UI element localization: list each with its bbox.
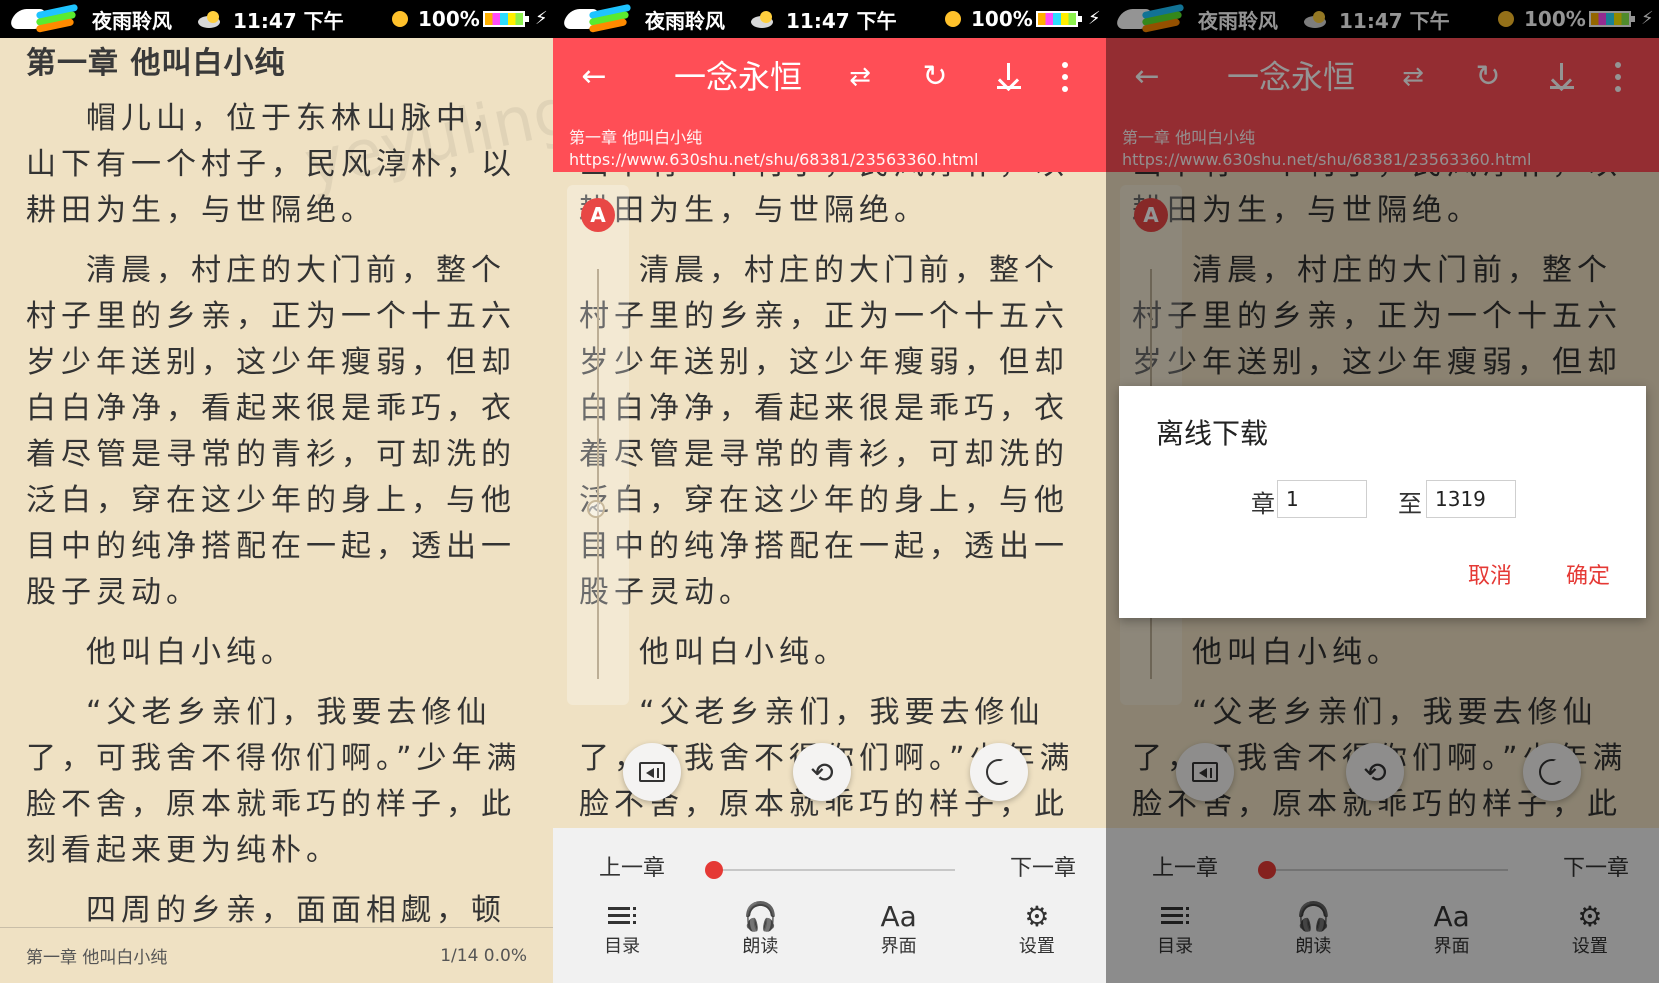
bottom-control-panel: 上一章 下一章 目录 🎧 朗读 Aa 界面 ⚙ 设置: [553, 828, 1106, 983]
brightness-icon: [945, 11, 961, 27]
auto-scroll-badge[interactable]: A: [581, 198, 615, 232]
more-icon: [1062, 62, 1068, 92]
battery-percentage: 100%: [971, 7, 1033, 31]
menu-screen: 夜雨聆风 11:47 下午 100% ⚡ 第一章 他叫白小纯 帽儿山，位于东林山…: [553, 0, 1106, 983]
more-button[interactable]: [1053, 54, 1077, 100]
tab-catalog-label: 目录: [604, 936, 641, 957]
shuffle-icon: ⇄: [849, 62, 871, 92]
tab-read-aloud[interactable]: 🎧 朗读: [691, 900, 829, 970]
tab-settings[interactable]: ⚙ 设置: [968, 900, 1106, 970]
download-button[interactable]: [988, 54, 1030, 100]
tab-settings-label: 设置: [1018, 936, 1055, 957]
side-progress-rail[interactable]: [567, 185, 629, 705]
chapter-progress-thumb[interactable]: [705, 861, 724, 879]
page-turn-button[interactable]: [623, 743, 681, 801]
top-toolbar-row: ← 一念永恒 ⇄ ↻: [553, 54, 1106, 104]
charging-icon: ⚡: [1088, 8, 1101, 29]
reader-screen: 夜雨聆风 11:47 下午 100% ⚡ 第一章 他叫白小纯 帽儿山，位于东林山…: [0, 0, 553, 983]
app-name: 夜雨聆风: [92, 8, 172, 33]
from-chapter-input[interactable]: [1277, 480, 1367, 518]
paragraph-1: 帽儿山，位于东林山脉中，山下有一个村子，民风淳朴，以耕田为生，与世隔绝。: [26, 101, 516, 228]
paragraph-3: 他叫白小纯。: [639, 635, 849, 670]
battery-percentage: 100%: [418, 7, 480, 31]
app-name: 夜雨聆风: [645, 8, 725, 33]
paragraph-4: “父老乡亲们，我要去修仙了，可我舍不得你们啊。”少年满脸不舍，原本就乖巧的样子，…: [26, 695, 522, 868]
footer-progress: 1/14 0.0%: [440, 945, 527, 966]
status-bar: 夜雨聆风 11:47 下午 100% ⚡: [553, 0, 1106, 38]
paragraph-3: 他叫白小纯。: [86, 635, 296, 670]
footer-chapter: 第一章 他叫白小纯: [26, 948, 168, 968]
tab-catalog[interactable]: 目录: [553, 900, 691, 970]
reader-footer: 第一章 他叫白小纯 1/14 0.0%: [0, 927, 553, 983]
tab-catalog-icon-wrap: [553, 900, 691, 934]
status-time: 11:47 下午: [786, 8, 897, 33]
screens-container: 夜雨聆风 11:47 下午 100% ⚡ 第一章 他叫白小纯 帽儿山，位于东林山…: [0, 0, 1659, 983]
rail-thumb[interactable]: [587, 500, 605, 518]
search-refresh-button[interactable]: ⟲: [793, 743, 851, 801]
gear-icon: ⚙: [1024, 900, 1050, 933]
brightness-icon: [392, 11, 408, 27]
status-time: 11:47 下午: [233, 8, 344, 33]
moon-icon: [986, 759, 1018, 785]
app-logo-icon: [8, 3, 82, 34]
bottom-tabs: 目录 🎧 朗读 Aa 界面 ⚙ 设置: [553, 900, 1106, 970]
weather-icon: [197, 10, 223, 28]
list-icon: [608, 907, 637, 927]
chapter-navigation: 上一章 下一章: [599, 853, 1076, 887]
back-arrow-icon: ←: [581, 59, 607, 94]
top-toolbar: ← 一念永恒 ⇄ ↻ 第一章 他叫白小纯 https://www.630shu.…: [553, 38, 1106, 172]
dialog-screen: 夜雨聆风 11:47 下午 100% ⚡ 第一章 他叫白小纯 帽儿山，位于东林山…: [1106, 0, 1659, 983]
weather-icon: [750, 10, 776, 28]
cancel-button[interactable]: 取消: [1468, 558, 1512, 590]
charging-icon: ⚡: [535, 8, 548, 29]
next-chapter-button[interactable]: 下一章: [1010, 853, 1076, 885]
battery-icon: [1036, 11, 1082, 27]
back-button[interactable]: ←: [573, 54, 615, 100]
page-turn-icon: [639, 762, 665, 782]
to-label: 至: [1398, 490, 1422, 518]
status-bar: 夜雨聆风 11:47 下午 100% ⚡: [0, 0, 553, 38]
app-logo-icon: [561, 3, 635, 34]
tab-interface[interactable]: Aa 界面: [830, 900, 968, 970]
paragraph-2: 清晨，村庄的大门前，整个村子里的乡亲，正为一个十五六岁少年送别，这少年瘦弱，但却…: [579, 253, 1069, 610]
to-chapter-input[interactable]: [1426, 480, 1516, 518]
shuffle-button[interactable]: ⇄: [839, 54, 881, 100]
toolbar-url: https://www.630shu.net/shu/68381/2356336…: [569, 150, 979, 169]
refresh-icon: ↻: [922, 59, 948, 94]
battery-icon: [483, 11, 529, 27]
dialog-title: 离线下载: [1156, 417, 1269, 450]
tab-interface-label: 界面: [880, 936, 917, 957]
refresh-button[interactable]: ↻: [914, 54, 956, 100]
confirm-button[interactable]: 确定: [1566, 558, 1610, 590]
chapter-progress-slider[interactable]: [705, 861, 955, 879]
night-mode-button[interactable]: [970, 743, 1028, 801]
offline-download-dialog: 离线下载 章 至 取消 确定: [1119, 386, 1646, 618]
search-refresh-icon: ⟲: [810, 755, 834, 789]
dialog-actions: 取消 确定: [1468, 558, 1610, 590]
download-range-row: 章 至: [1251, 480, 1551, 520]
paragraph-2: 清晨，村庄的大门前，整个村子里的乡亲，正为一个十五六岁少年送别，这少年瘦弱，但却…: [26, 253, 516, 610]
tab-read-aloud-label: 朗读: [742, 936, 779, 957]
headphones-icon: 🎧: [742, 900, 778, 933]
previous-chapter-button[interactable]: 上一章: [599, 853, 665, 885]
reader-content: 第一章 他叫白小纯 帽儿山，位于东林山脉中，山下有一个村子，民风淳朴，以耕田为生…: [579, 40, 1079, 948]
toolbar-chapter: 第一章 他叫白小纯: [569, 128, 703, 147]
reader-content: 第一章 他叫白小纯 帽儿山，位于东林山脉中，山下有一个村子，民风淳朴，以耕田为生…: [26, 40, 526, 948]
from-label: 章: [1251, 490, 1275, 518]
font-icon: Aa: [880, 900, 917, 933]
chapter-title: 第一章 他叫白小纯: [26, 46, 286, 81]
rail-track: [597, 269, 599, 679]
book-title: 一念永恒: [673, 58, 802, 96]
download-icon: [997, 63, 1021, 91]
